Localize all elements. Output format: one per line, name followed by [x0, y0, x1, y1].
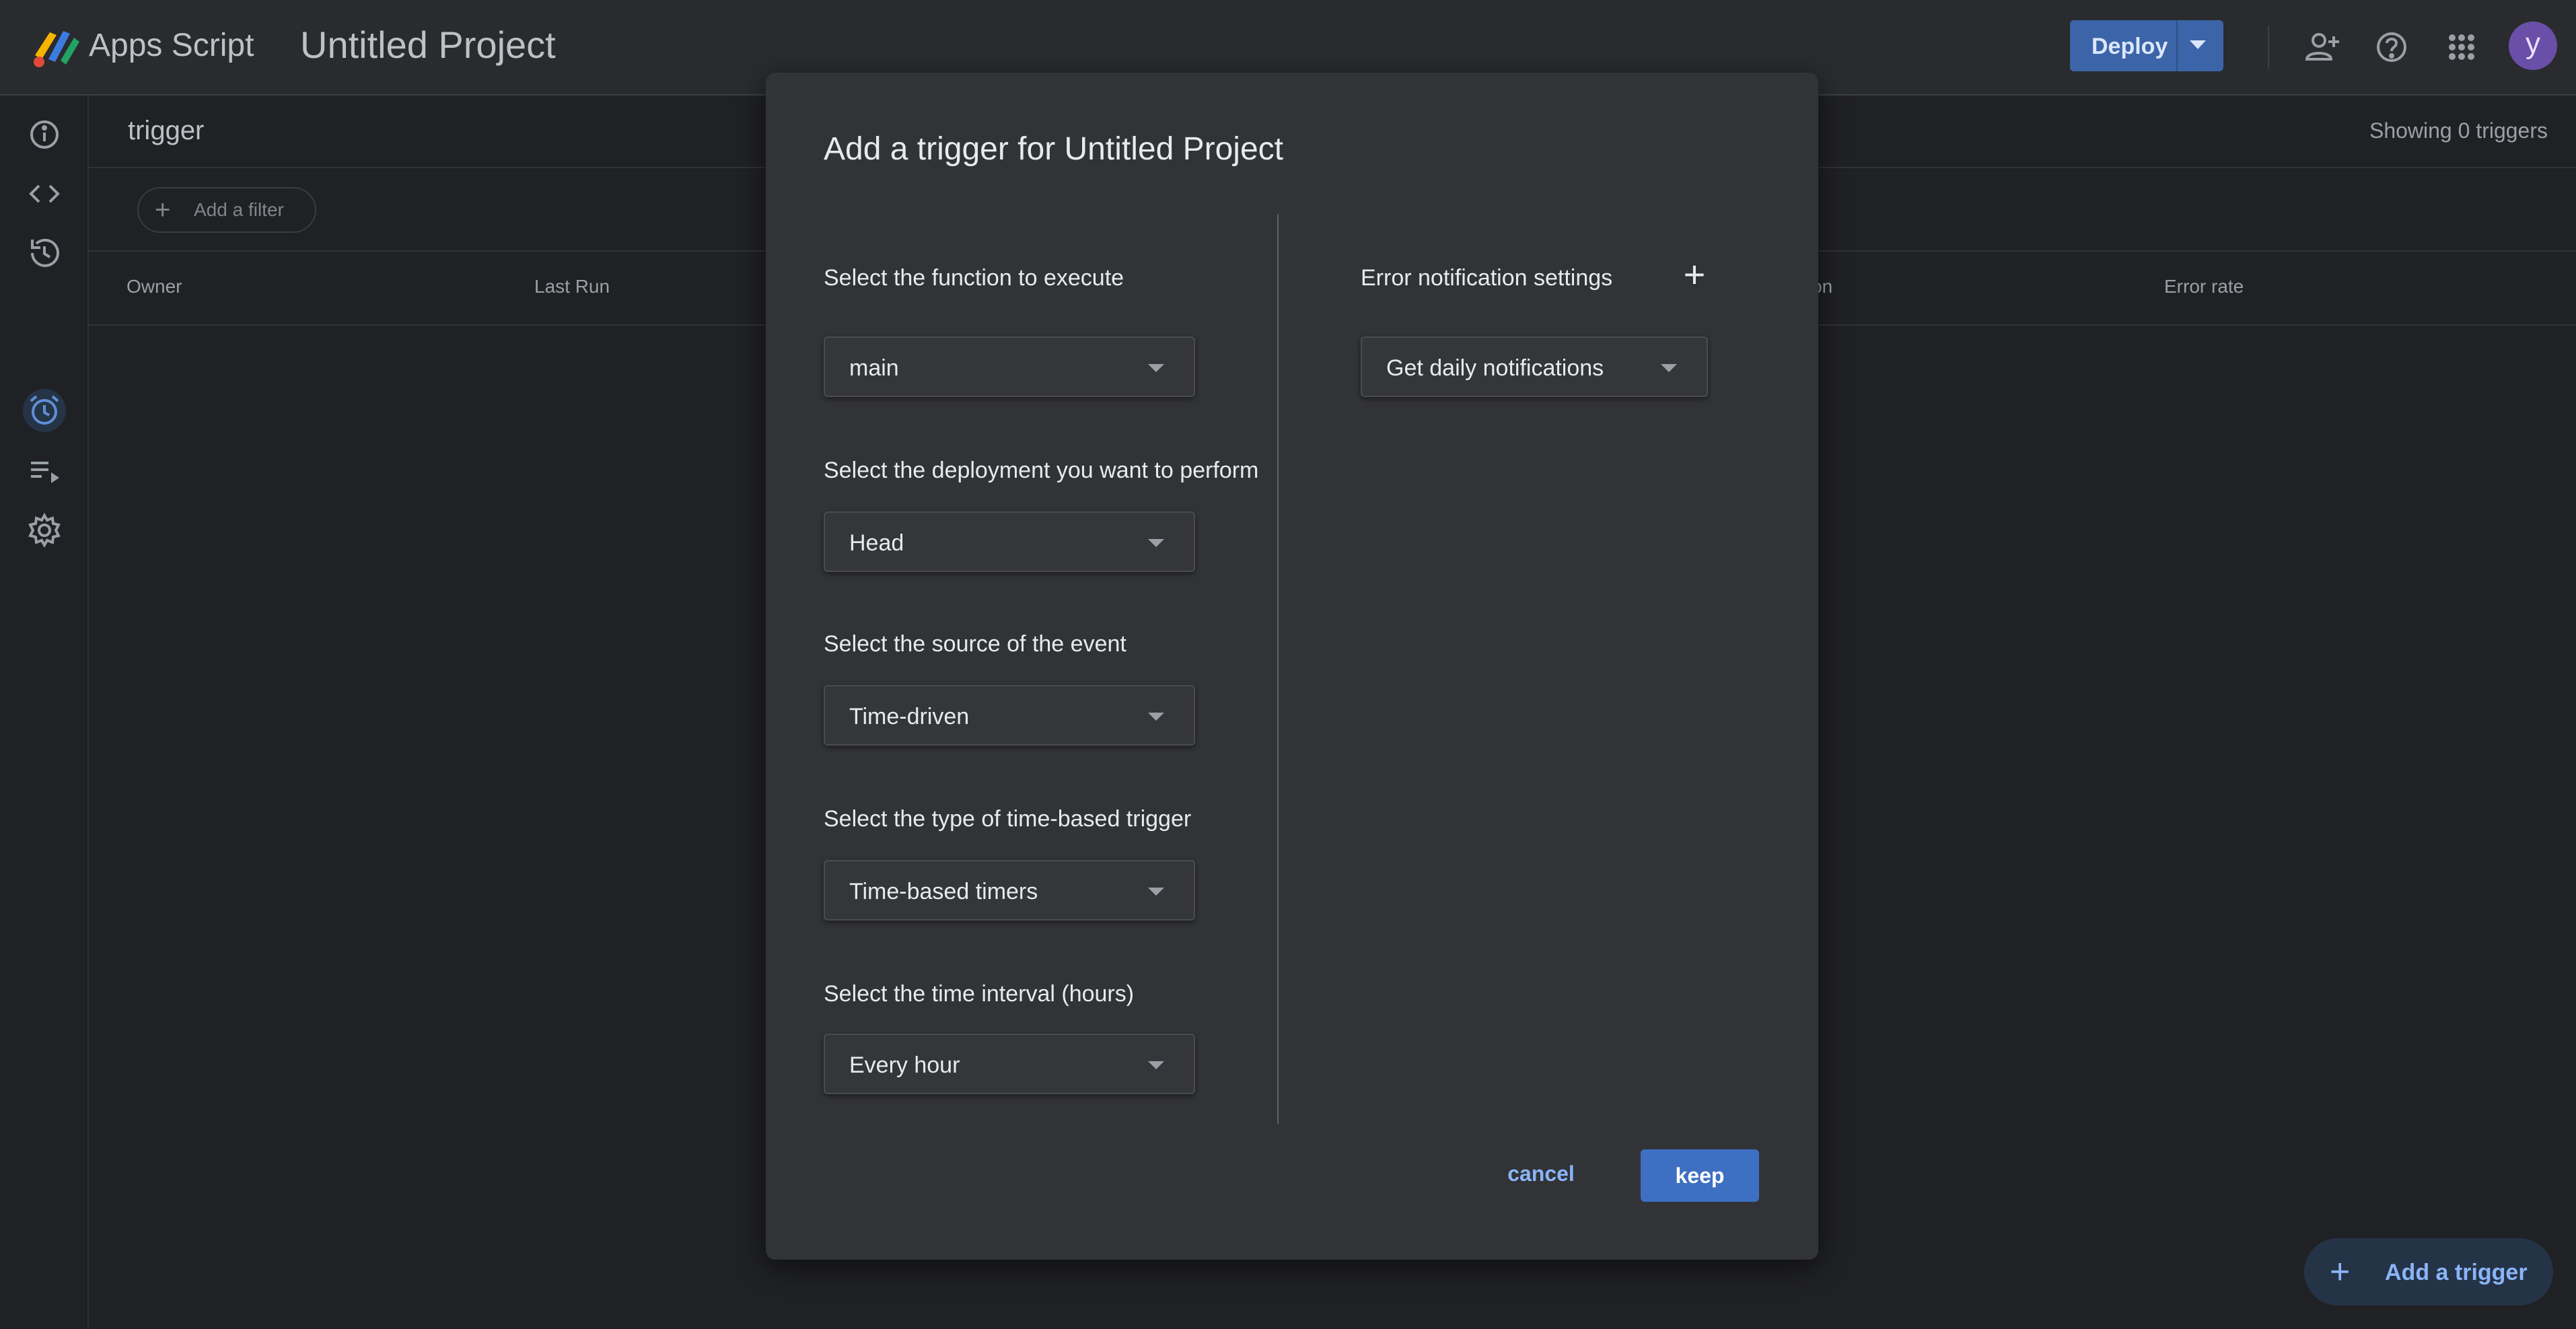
add-filter-button[interactable]: + Add a filter: [137, 187, 316, 233]
deploy-button[interactable]: Deploy: [2070, 20, 2223, 71]
time-interval-value: Every hour: [849, 1052, 960, 1078]
error-notification-label: Error notification settings: [1361, 265, 1613, 291]
notification-frequency-value: Get daily notifications: [1386, 355, 1604, 381]
trigger-type-select[interactable]: Time-based timers: [824, 860, 1195, 921]
deployment-label: Select the deployment you want to perfor…: [824, 458, 1259, 483]
deployment-value: Head: [849, 530, 904, 556]
function-value: main: [849, 355, 899, 381]
app-name[interactable]: Apps Script: [89, 27, 254, 64]
plus-icon: +: [155, 195, 171, 225]
triggers-alarm-icon[interactable]: [24, 390, 65, 431]
editor-code-icon[interactable]: [24, 174, 65, 214]
add-notification-plus-icon[interactable]: +: [1676, 256, 1713, 295]
event-source-label: Select the source of the event: [824, 631, 1126, 657]
column-error-rate[interactable]: Error rate: [2164, 276, 2244, 297]
left-nav-rail: [0, 96, 89, 1329]
plus-icon: +: [2330, 1252, 2351, 1291]
trigger-type-value: Time-based timers: [849, 879, 1038, 904]
dropdown-arrow-icon: [1148, 364, 1164, 372]
avatar[interactable]: y: [2509, 22, 2557, 70]
add-person-icon[interactable]: [2301, 27, 2342, 67]
overview-info-icon[interactable]: [24, 114, 65, 155]
event-source-select[interactable]: Time-driven: [824, 685, 1195, 746]
deployment-select[interactable]: Head: [824, 511, 1195, 572]
page-title: trigger: [128, 116, 205, 145]
column-last-run[interactable]: Last Run: [534, 276, 610, 297]
topbar-divider: [2268, 26, 2269, 69]
trigger-type-label: Select the type of time-based trigger: [824, 806, 1192, 832]
dropdown-arrow-icon: [1148, 713, 1164, 721]
cancel-button[interactable]: cancel: [1491, 1149, 1591, 1198]
dropdown-arrow-icon: [1148, 1061, 1164, 1069]
caret-down-icon[interactable]: [2190, 40, 2206, 49]
column-divider: [1277, 214, 1279, 1124]
deploy-separator: [2176, 20, 2178, 71]
dialog-title: Add a trigger for Untitled Project: [824, 131, 1283, 167]
time-interval-select[interactable]: Every hour: [824, 1034, 1195, 1094]
project-title[interactable]: Untitled Project: [300, 23, 556, 67]
trigger-count: Showing 0 triggers: [2369, 118, 2548, 143]
event-source-value: Time-driven: [849, 704, 970, 729]
dropdown-arrow-icon: [1148, 888, 1164, 896]
function-select[interactable]: main: [824, 336, 1195, 397]
column-owner[interactable]: Owner: [127, 276, 182, 297]
notification-frequency-select[interactable]: Get daily notifications: [1361, 336, 1708, 397]
apps-script-logo-icon[interactable]: [31, 26, 82, 69]
executions-list-icon[interactable]: [24, 451, 65, 491]
add-trigger-fab[interactable]: + Add a trigger: [2304, 1238, 2553, 1305]
history-icon[interactable]: [24, 233, 65, 273]
dropdown-arrow-icon: [1148, 539, 1164, 547]
settings-gear-icon[interactable]: [24, 510, 65, 550]
keep-button[interactable]: keep: [1641, 1149, 1759, 1202]
executions-list-icon[interactable]: [24, 351, 65, 392]
dropdown-arrow-icon: [1661, 364, 1677, 372]
add-trigger-label: Add a trigger: [2385, 1260, 2528, 1285]
add-trigger-dialog: Add a trigger for Untitled Project Selec…: [766, 73, 1818, 1260]
time-interval-label: Select the time interval (hours): [824, 981, 1135, 1007]
apps-grid-icon[interactable]: [2441, 27, 2482, 67]
function-label: Select the function to execute: [824, 265, 1124, 291]
add-filter-label: Add a filter: [194, 199, 284, 220]
help-icon[interactable]: [2371, 27, 2412, 67]
deploy-label: Deploy: [2091, 34, 2168, 59]
